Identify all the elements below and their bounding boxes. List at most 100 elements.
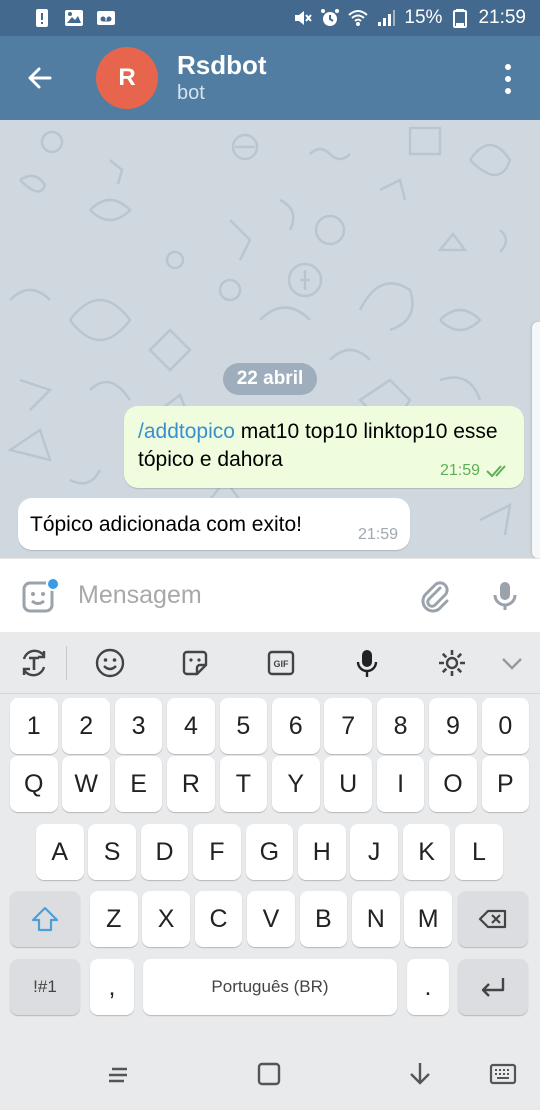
key-z[interactable]: Z	[90, 891, 138, 947]
status-time: 21:59	[478, 7, 526, 28]
record-voice-button[interactable]	[470, 559, 540, 633]
key-r[interactable]: R	[167, 756, 215, 812]
key-9[interactable]: 9	[429, 698, 477, 754]
wifi-icon	[348, 8, 369, 28]
key-q[interactable]: Q	[10, 756, 58, 812]
signal-icon	[376, 8, 396, 28]
key-o[interactable]: O	[429, 756, 477, 812]
home-button[interactable]	[247, 1052, 291, 1096]
key-2[interactable]: 2	[62, 698, 110, 754]
keyboard-switch-button[interactable]	[481, 1052, 525, 1096]
emoji-icon	[95, 648, 125, 678]
key-h[interactable]: H	[298, 824, 346, 880]
shift-arrow-icon	[31, 906, 59, 932]
key-0[interactable]: 0	[481, 698, 530, 754]
key-v[interactable]: V	[247, 891, 295, 947]
settings-icon	[439, 650, 465, 676]
bot-command-link[interactable]: /addtopico	[138, 420, 235, 443]
key-x[interactable]: X	[142, 891, 190, 947]
comma-key[interactable]: ,	[90, 959, 134, 1015]
arrow-left-icon	[28, 67, 52, 89]
soft-keyboard: GIF 1234567890 QWERTYUIOP ASDFGHJKL ZXCVBNM…	[0, 632, 540, 1038]
key-l[interactable]: L	[455, 824, 503, 880]
translate-icon	[22, 649, 46, 677]
message-time: 21:59	[357, 526, 398, 543]
key-d[interactable]: D	[140, 824, 189, 880]
key-w[interactable]: W	[62, 756, 110, 812]
back-nav-button[interactable]	[398, 1052, 442, 1096]
microphone-icon	[493, 581, 517, 610]
key-7[interactable]: 7	[324, 698, 372, 754]
key-m[interactable]: M	[404, 891, 452, 947]
message-input[interactable]	[78, 565, 400, 626]
key-k[interactable]: K	[402, 824, 451, 880]
key-n[interactable]: N	[352, 891, 400, 947]
space-bar[interactable]: Português (BR)	[143, 959, 397, 1015]
message-meta: 21:59	[440, 462, 512, 480]
battery-percent: 15%	[404, 7, 443, 28]
date-separator: 22 abril	[223, 363, 317, 395]
keyboard-switch-icon	[489, 1063, 517, 1085]
key-6[interactable]: 6	[272, 698, 320, 754]
chat-messages-area[interactable]: 22 abril /addtopico mat10 top10 linktop1…	[0, 120, 540, 558]
key-p[interactable]: P	[481, 756, 530, 812]
double-check-icon	[486, 465, 506, 478]
enter-key[interactable]	[458, 959, 528, 1015]
backspace-icon	[478, 909, 507, 929]
period-key[interactable]: .	[407, 959, 449, 1015]
key-e[interactable]: E	[114, 756, 163, 812]
outgoing-message-bubble[interactable]: /addtopico mat10 top10 linktop10 esse tó…	[124, 406, 524, 488]
chat-title: Rsdbot	[177, 50, 267, 80]
toolbar-divider	[66, 646, 67, 680]
key-5[interactable]: 5	[219, 698, 268, 754]
key-u[interactable]: U	[324, 756, 372, 812]
chat-info[interactable]: Rsdbot bot	[177, 50, 267, 106]
key-j[interactable]: J	[350, 824, 398, 880]
chevron-down-icon	[502, 658, 522, 670]
key-s[interactable]: S	[88, 824, 136, 880]
keyboard-toolbar: GIF	[0, 632, 540, 694]
keyboard-settings-button[interactable]	[426, 637, 478, 689]
chat-header: R Rsdbot bot	[0, 36, 540, 120]
backspace-key[interactable]	[458, 891, 528, 947]
more-options-button[interactable]	[498, 64, 518, 94]
key-8[interactable]: 8	[376, 698, 425, 754]
recents-icon	[109, 1067, 127, 1083]
key-i[interactable]: I	[376, 756, 425, 812]
gif-icon: GIF	[267, 650, 295, 676]
chat-subtitle: bot	[177, 82, 205, 104]
chat-background-pattern	[6, 126, 512, 541]
incoming-message-bubble[interactable]: Tópico adicionada com exito! 21:59	[18, 498, 410, 550]
sticker-icon	[182, 650, 208, 676]
key-a[interactable]: A	[36, 824, 84, 880]
emoji-button[interactable]	[84, 637, 136, 689]
key-1[interactable]: 1	[10, 698, 58, 754]
voice-input-button[interactable]	[341, 637, 393, 689]
paperclip-icon	[421, 580, 449, 612]
key-t[interactable]: T	[219, 756, 268, 812]
translate-button[interactable]	[8, 637, 60, 689]
key-g[interactable]: G	[245, 824, 294, 880]
key-c[interactable]: C	[194, 891, 243, 947]
recents-button[interactable]	[96, 1052, 140, 1096]
sticker-emoji-button[interactable]	[0, 559, 78, 633]
gif-button[interactable]: GIF	[255, 637, 307, 689]
symbols-key[interactable]: !#1	[10, 959, 80, 1015]
back-button[interactable]	[0, 36, 80, 120]
message-input-bar	[0, 558, 540, 632]
shift-key[interactable]	[10, 891, 80, 947]
avatar[interactable]: R	[96, 47, 158, 109]
more-vertical-icon	[505, 64, 511, 70]
status-bar: 15% 21:59	[0, 0, 540, 36]
attach-button[interactable]	[400, 559, 470, 633]
collapse-toolbar-button[interactable]	[486, 637, 538, 689]
key-3[interactable]: 3	[114, 698, 163, 754]
key-4[interactable]: 4	[167, 698, 215, 754]
key-y[interactable]: Y	[272, 756, 320, 812]
home-icon	[257, 1062, 281, 1086]
key-b[interactable]: B	[299, 891, 348, 947]
sticker-button[interactable]	[169, 637, 221, 689]
svg-text:GIF: GIF	[274, 659, 290, 669]
key-f[interactable]: F	[193, 824, 241, 880]
scroll-edge	[532, 322, 540, 558]
